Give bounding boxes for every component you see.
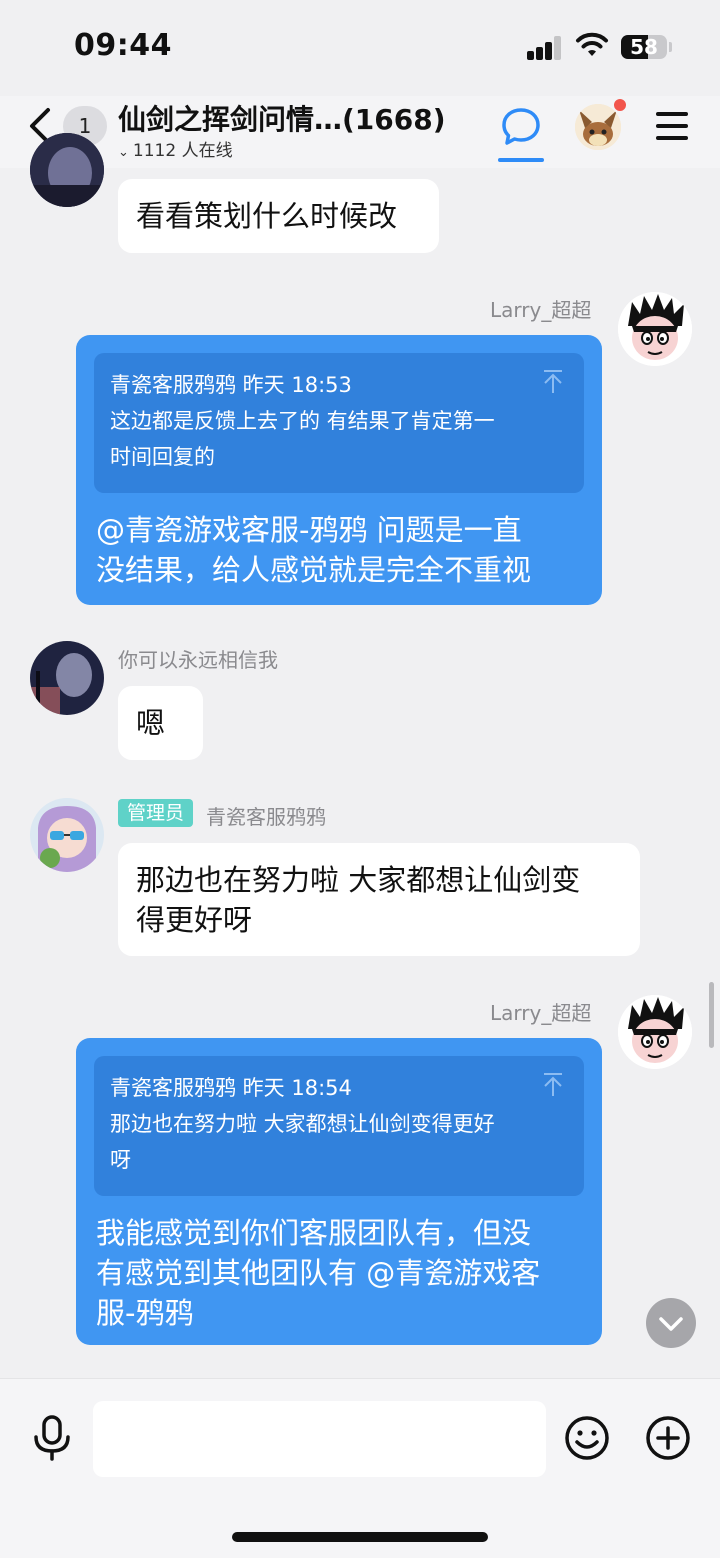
message-text: 嗯: [136, 706, 166, 740]
avatar[interactable]: [30, 798, 104, 872]
message-text: 我能感觉到你们客服团队有，但没 有感觉到其他团队有 @青瓷游戏客 服-鸦鸦: [96, 1213, 586, 1333]
input-bar: [0, 1378, 720, 1558]
avatar[interactable]: [30, 133, 104, 207]
status-bar: 09:44 58: [0, 0, 720, 96]
message-bubble[interactable]: 嗯: [118, 686, 203, 760]
wifi-icon: [576, 32, 608, 56]
battery-level: 58: [630, 35, 658, 59]
sender-name[interactable]: 你可以永远相信我: [118, 644, 278, 673]
quote-text-line: 这边都是反馈上去了的 有结果了肯定第一: [110, 409, 495, 433]
quote-author-time: 青瓷客服鸦鸦 昨天 18:54: [110, 1076, 352, 1100]
message-text-line: 那边也在努力啦 大家都想让仙剑变: [136, 863, 581, 897]
plus-circle-icon[interactable]: [645, 1415, 691, 1461]
message-text: 看看策划什么时候改: [136, 199, 398, 233]
arrow-up-icon[interactable]: [542, 369, 564, 395]
emoji-icon[interactable]: [564, 1415, 610, 1461]
battery-nub: [669, 42, 672, 52]
message-input[interactable]: [93, 1401, 546, 1477]
arrow-up-icon[interactable]: [542, 1072, 564, 1098]
scrollbar[interactable]: [709, 982, 714, 1048]
quote-text-line: 时间回复的: [110, 445, 215, 469]
quote-author-time: 青瓷客服鸦鸦 昨天 18:53: [110, 373, 352, 397]
avatar[interactable]: [618, 995, 692, 1069]
chevron-down-icon: ⌄: [118, 145, 129, 160]
sender-name[interactable]: 青瓷客服鸦鸦: [206, 801, 326, 830]
microphone-icon[interactable]: [32, 1415, 72, 1461]
message-text: @青瓷游戏客服-鸦鸦 问题是一直 没结果，给人感觉就是完全不重视: [96, 510, 586, 590]
message-text-line: 没结果，给人感觉就是完全不重视: [96, 553, 532, 587]
chat-header: 1 仙剑之挥剑问情…(1668) ⌄ 1112 人在线: [0, 96, 720, 168]
message-bubble[interactable]: 青瓷客服鸦鸦 昨天 18:54 那边也在努力啦 大家都想让仙剑变得更好 呀 我能…: [76, 1038, 602, 1345]
scroll-to-bottom-button[interactable]: [646, 1298, 696, 1348]
battery-icon: 58: [621, 35, 667, 59]
quote-text-line: 呀: [110, 1148, 131, 1172]
avatar[interactable]: [618, 292, 692, 366]
avatar[interactable]: [30, 641, 104, 715]
group-title[interactable]: 仙剑之挥剑问情…(1668): [118, 98, 446, 138]
message-bubble[interactable]: 青瓷客服鸦鸦 昨天 18:53 这边都是反馈上去了的 有结果了肯定第一 时间回复…: [76, 335, 602, 605]
message-bubble[interactable]: 看看策划什么时候改: [118, 179, 439, 253]
message-text-line: 我能感觉到你们客服团队有，但没: [96, 1216, 532, 1250]
notification-dot: [612, 97, 628, 113]
sender-name[interactable]: Larry_超超: [490, 294, 591, 323]
active-tab-indicator: [498, 158, 544, 162]
message-text-line: 服-鸦鸦: [96, 1296, 194, 1330]
home-indicator: [232, 1532, 488, 1542]
admin-badge: 管理员: [118, 799, 194, 827]
hamburger-menu-icon[interactable]: [656, 112, 688, 140]
message-text-line: 得更好呀: [136, 903, 253, 937]
quoted-message[interactable]: 青瓷客服鸦鸦 昨天 18:53 这边都是反馈上去了的 有结果了肯定第一 时间回复…: [94, 353, 584, 493]
online-count-row[interactable]: ⌄ 1112 人在线: [118, 136, 233, 161]
sender-name[interactable]: Larry_超超: [490, 997, 591, 1026]
quote-text-line: 那边也在努力啦 大家都想让仙剑变得更好: [110, 1112, 495, 1136]
chat-bubble-icon[interactable]: [500, 106, 542, 148]
message-text-line: @青瓷游戏客服-鸦鸦 问题是一直: [96, 513, 522, 547]
online-count: 1112 人在线: [132, 141, 233, 161]
status-time: 09:44: [74, 28, 172, 63]
message-bubble[interactable]: 那边也在努力啦 大家都想让仙剑变 得更好呀: [118, 843, 640, 956]
signal-icon: [527, 36, 563, 60]
chevron-down-icon: [659, 1317, 683, 1331]
quoted-message[interactable]: 青瓷客服鸦鸦 昨天 18:54 那边也在努力啦 大家都想让仙剑变得更好 呀: [94, 1056, 584, 1196]
message-text-line: 有感觉到其他团队有 @青瓷游戏客: [96, 1256, 541, 1290]
